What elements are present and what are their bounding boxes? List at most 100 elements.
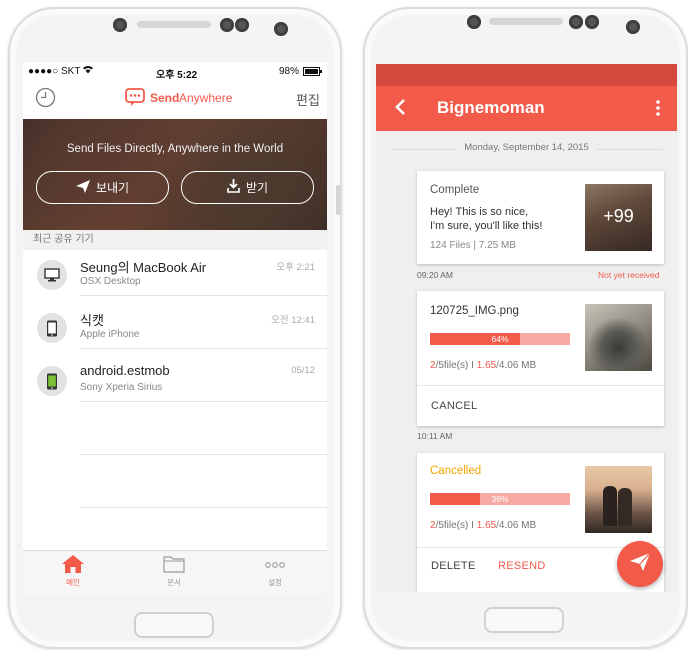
side-button[interactable]	[336, 185, 340, 215]
home-button[interactable]	[484, 607, 564, 633]
message-time: 10:11 AM	[417, 431, 453, 441]
apple-phone-icon	[37, 313, 67, 343]
transfer-meta: 2/5file(s) I 1.65/4.06 MB	[430, 520, 536, 531]
download-icon	[227, 179, 240, 196]
speaker-grille	[137, 21, 211, 28]
status-bar: ●●●●○ SKT 오후 5:22 98%	[23, 62, 327, 84]
device-name: 식캣	[80, 313, 104, 328]
thumbnail-image	[585, 466, 652, 533]
front-camera	[274, 22, 288, 36]
battery-icon	[303, 67, 322, 79]
meta-size: 1.65	[476, 520, 497, 531]
send-anywhere-logo-icon	[125, 87, 145, 112]
send-fab-button[interactable]	[617, 541, 663, 587]
device-type: Apple iPhone	[80, 329, 140, 340]
system-status-strip	[376, 64, 677, 86]
divider	[80, 401, 327, 402]
brand-name-send: Send	[150, 91, 180, 105]
transfer-status: Cancelled	[430, 465, 482, 477]
divider	[80, 295, 327, 296]
tab-settings[interactable]: 설정	[245, 555, 305, 588]
meta-total: /4.06 MB	[496, 360, 537, 371]
transfer-status: Complete	[430, 184, 480, 196]
hero-title: Send Files Directly, Anywhere in the Wor…	[66, 143, 284, 155]
meta-size: 1.65	[476, 360, 497, 371]
device-name: android.estmob	[80, 363, 170, 378]
android-phone-icon	[37, 366, 67, 396]
desktop-icon	[37, 260, 67, 290]
thumbnail-image: +99	[585, 184, 652, 251]
battery-text: 98%	[279, 66, 300, 77]
send-button[interactable]: 보내기	[36, 171, 169, 204]
transfer-meta: 2/5file(s) I 1.65/4.06 MB	[430, 360, 536, 371]
device-time: 오전 12:41	[271, 315, 315, 326]
wifi-icon	[83, 65, 93, 77]
delete-button[interactable]: DELETE	[431, 560, 476, 572]
tab-bar: 메인 문서 설정	[23, 550, 327, 596]
meta-files: /5file(s) I	[435, 360, 477, 371]
front-camera	[626, 20, 640, 34]
more-count: +99	[603, 206, 634, 226]
message-time: 09:20 AM	[417, 270, 453, 280]
more-icon	[264, 562, 286, 575]
tab-documents[interactable]: 문서	[144, 555, 204, 588]
meta-total: /4.06 MB	[496, 520, 537, 531]
progress-label: 36%	[491, 494, 509, 504]
date-label: Monday, September 14, 2015	[376, 142, 677, 153]
home-button[interactable]	[134, 612, 214, 638]
front-sensor	[113, 18, 127, 32]
device-row[interactable]: 식캣 Apple iPhone 오전 12:41	[23, 301, 327, 354]
device-type: OSX Desktop	[80, 276, 141, 287]
file-name: 120725_IMG.png	[430, 305, 519, 317]
app-bar-title: Bignemoman	[437, 98, 545, 117]
cancel-button[interactable]: CANCEL	[431, 400, 477, 412]
progress-label: 64%	[491, 334, 509, 344]
app-bar: Bignemoman	[376, 86, 677, 131]
message-line: Hey! This is so nice,	[430, 206, 529, 218]
device-row[interactable]: Seung의 MacBook Air OSX Desktop 오후 2:21	[23, 248, 327, 301]
receive-button-label: 받기	[245, 181, 269, 195]
send-button-label: 보내기	[95, 181, 130, 195]
receive-button[interactable]: 받기	[181, 171, 314, 204]
right-screen: Bignemoman Monday, September 14, 2015 Co…	[376, 64, 677, 592]
send-plane-icon	[630, 552, 651, 576]
thumbnail-image	[585, 304, 652, 371]
card-divider	[417, 385, 664, 386]
folder-icon	[163, 556, 185, 575]
receive-status-note: Not yet received	[598, 270, 660, 280]
resend-button[interactable]: RESEND	[498, 560, 546, 572]
tab-label: 메인	[66, 578, 80, 587]
recent-devices-header: 최근 공유 기기	[23, 230, 327, 250]
edit-button[interactable]: 편집	[296, 90, 320, 109]
home-icon	[62, 555, 84, 575]
speaker-grille	[489, 18, 563, 25]
back-arrow-icon[interactable]	[394, 98, 406, 121]
front-sensor	[467, 15, 481, 29]
clock-icon[interactable]	[35, 87, 56, 113]
transfer-card[interactable]: Complete Hey! This is so nice, I'm sure,…	[417, 171, 664, 264]
device-type: Sony Xperia Sirius	[80, 382, 163, 393]
front-camera	[235, 18, 249, 32]
meta-files: /5file(s) I	[435, 520, 477, 531]
nav-bar: Send Anywhere 편집	[23, 84, 327, 114]
transfer-card[interactable]: 120725_IMG.png 64% 2/5file(s) I 1.65/4.0…	[417, 291, 664, 426]
overflow-menu-icon[interactable]	[656, 100, 660, 121]
hero-banner: Send Files Directly, Anywhere in the Wor…	[23, 119, 327, 230]
device-row[interactable]: android.estmob Sony Xperia Sirius 05/12	[23, 354, 327, 407]
device-time: 05/12	[291, 365, 315, 376]
tab-label: 설정	[268, 578, 282, 587]
progress-bar: 64%	[430, 333, 570, 345]
tab-main[interactable]: 메인	[43, 555, 103, 588]
transfer-info: 124 Files | 7.25 MB	[430, 240, 516, 251]
send-plane-icon	[75, 179, 90, 196]
front-camera	[585, 15, 599, 29]
brand-name-anywhere: Anywhere	[179, 91, 233, 105]
message-line: I'm sure, you'll like this!	[430, 220, 543, 232]
carrier-text: ●●●●○ SKT	[28, 66, 81, 77]
divider	[80, 454, 327, 455]
front-sensor	[569, 15, 583, 29]
divider	[80, 348, 327, 349]
progress-bar: 36%	[430, 493, 570, 505]
device-time: 오후 2:21	[276, 262, 315, 273]
left-screen: ●●●●○ SKT 오후 5:22 98% Send Anywhere 편집 S…	[23, 62, 327, 596]
